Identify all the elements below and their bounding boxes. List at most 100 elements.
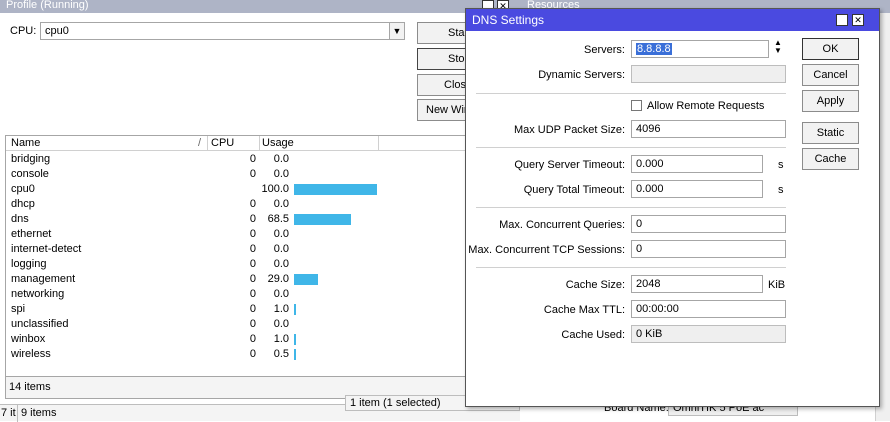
dns-title: DNS Settings [472, 13, 545, 27]
table-row[interactable]: winbox 0 1.0 [6, 332, 376, 347]
max-concurrent-queries-label: Max. Concurrent Queries: [499, 219, 625, 231]
row-name: dns [11, 213, 29, 225]
row-usage: 0.0 [273, 228, 289, 240]
row-name: ethernet [11, 228, 52, 240]
query-total-timeout-value: 0.000 [636, 183, 664, 195]
table-row[interactable]: internet-detect 0 0.0 [6, 242, 376, 257]
row-cpu: 0 [249, 198, 256, 210]
table-row[interactable]: unclassified 0 0.0 [6, 317, 376, 332]
cpu-dropdown-icon[interactable]: ▼ [389, 22, 405, 40]
query-server-timeout-input[interactable]: 0.000 [631, 155, 763, 173]
max-concurrent-queries-value: 0 [636, 218, 643, 230]
usage-bar [294, 334, 296, 345]
table-row[interactable]: dns 0 68.5 [6, 212, 376, 227]
row-name: wireless [11, 348, 51, 360]
section-divider [476, 207, 786, 208]
column-header-name[interactable]: Name [11, 137, 40, 149]
status-left-text: 7 it [1, 407, 16, 419]
row-cpu: 0 [249, 258, 256, 270]
row-cpu: 0 [249, 213, 256, 225]
row-name: winbox [11, 333, 46, 345]
max-concurrent-tcp-input[interactable]: 0 [631, 240, 786, 258]
allow-remote-checkbox[interactable] [631, 100, 642, 111]
column-divider [207, 136, 208, 151]
section-divider [476, 147, 786, 148]
table-row[interactable]: logging 0 0.0 [6, 257, 376, 272]
profile-titlebar: Profile (Running) ✕ [0, 0, 520, 13]
row-name: console [11, 168, 49, 180]
row-usage: 0.0 [273, 318, 289, 330]
allow-remote-label[interactable]: Allow Remote Requests [647, 100, 764, 112]
usage-bar [294, 274, 318, 285]
cache-max-ttl-input[interactable]: 00:00:00 [631, 300, 786, 318]
servers-input[interactable]: 8.8.8.8 [631, 40, 769, 58]
row-cpu: 0 [249, 333, 256, 345]
row-usage: 29.0 [267, 273, 289, 285]
servers-input-value: 8.8.8.8 [636, 43, 672, 55]
row-usage: 0.0 [273, 258, 289, 270]
table-row[interactable]: wireless 0 0.5 [6, 347, 376, 362]
cache-used-field: 0 KiB [631, 325, 786, 343]
row-usage: 0.0 [273, 168, 289, 180]
query-server-timeout-unit: s [778, 159, 784, 171]
apply-button[interactable]: Apply [802, 90, 859, 112]
profile-table: Name / CPU Usage bridging 0 0.0 console 0 0.0… [5, 135, 467, 377]
dns-titlebar: DNS Settings ✕ [466, 9, 879, 31]
table-row[interactable]: spi 0 1.0 [6, 302, 376, 317]
query-total-timeout-label: Query Total Timeout: [523, 184, 625, 196]
query-total-timeout-input[interactable]: 0.000 [631, 180, 763, 198]
table-row[interactable]: console 0 0.0 [6, 167, 376, 182]
row-cpu: 0 [249, 318, 256, 330]
cache-size-unit: KiB [768, 279, 786, 291]
status-items-text: 9 items [21, 407, 57, 419]
query-total-timeout-unit: s [778, 184, 784, 196]
row-usage: 0.0 [273, 153, 289, 165]
row-cpu: 0 [249, 153, 256, 165]
dns-settings-window: DNS Settings ✕ Servers: 8.8.8.8 ▲ ▼ Dynam… [465, 8, 880, 407]
table-row[interactable]: management 0 29.0 [6, 272, 376, 287]
row-name: dhcp [11, 198, 35, 210]
row-name: bridging [11, 153, 51, 165]
cache-used-label: Cache Used: [561, 329, 625, 341]
row-cpu: 0 [249, 288, 256, 300]
row-name: management [11, 273, 76, 285]
cache-size-input[interactable]: 2048 [631, 275, 763, 293]
row-usage: 100.0 [261, 183, 289, 195]
usage-bar [294, 304, 296, 315]
max-concurrent-tcp-value: 0 [636, 243, 643, 255]
max-udp-input[interactable]: 4096 [631, 120, 786, 138]
servers-spin-icon[interactable]: ▲ ▼ [771, 39, 785, 59]
row-usage: 0.0 [273, 243, 289, 255]
cache-size-label: Cache Size: [565, 279, 625, 291]
dns-close-icon[interactable]: ✕ [852, 14, 864, 26]
query-server-timeout-value: 0.000 [636, 158, 664, 170]
row-name: internet-detect [11, 243, 82, 255]
cpu-select-value: cpu0 [45, 25, 69, 37]
column-header-cpu[interactable]: CPU [211, 137, 234, 149]
table-row[interactable]: bridging 0 0.0 [6, 152, 376, 167]
cpu-select[interactable]: cpu0 [40, 22, 390, 40]
status-divider [17, 405, 18, 422]
cache-used-value: 0 KiB [636, 328, 663, 340]
table-body: bridging 0 0.0 console 0 0.0 cpu0 100.0 dhcp 0 0.0… [6, 152, 466, 377]
static-button[interactable]: Static [802, 122, 859, 144]
row-cpu: 0 [249, 303, 256, 315]
profile-status-text: 14 items [9, 381, 51, 393]
column-header-usage[interactable]: Usage [262, 137, 294, 149]
usage-bar [294, 349, 296, 360]
max-concurrent-queries-input[interactable]: 0 [631, 215, 786, 233]
column-divider [259, 136, 260, 151]
dns-maximize-icon[interactable] [836, 14, 848, 26]
table-row[interactable]: networking 0 0.0 [6, 287, 376, 302]
table-row[interactable]: dhcp 0 0.0 [6, 197, 376, 212]
cancel-button[interactable]: Cancel [802, 64, 859, 86]
table-row[interactable]: ethernet 0 0.0 [6, 227, 376, 242]
row-cpu: 0 [249, 243, 256, 255]
row-cpu: 0 [249, 168, 256, 180]
ok-button[interactable]: OK [802, 38, 859, 60]
row-name: spi [11, 303, 26, 315]
cache-button[interactable]: Cache [802, 148, 859, 170]
row-name: unclassified [11, 318, 69, 330]
row-name: networking [11, 288, 65, 300]
table-row[interactable]: cpu0 100.0 [6, 182, 377, 197]
